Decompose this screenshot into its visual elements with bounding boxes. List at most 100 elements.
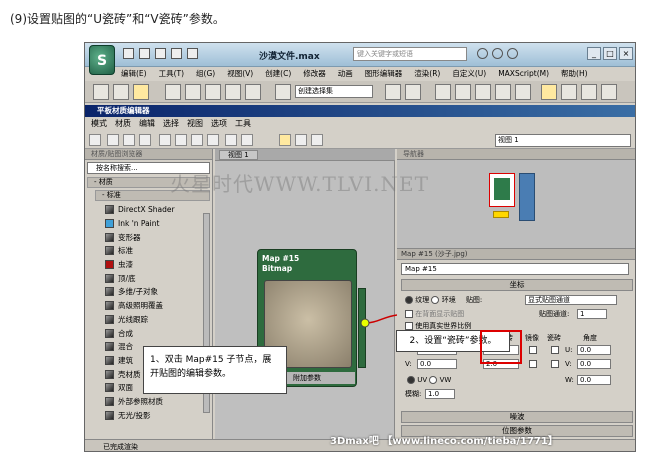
pick-material-icon[interactable]	[107, 134, 119, 146]
hide-unused-icon[interactable]	[175, 134, 187, 146]
menu-maxscript[interactable]: MAXScript(M)	[498, 67, 549, 81]
menu-group[interactable]: 组(G)	[196, 67, 215, 81]
menu-views[interactable]: 视图(V)	[227, 67, 253, 81]
slate-menu-edit[interactable]: 编辑	[139, 118, 155, 130]
schematic-button[interactable]	[475, 84, 491, 100]
parameter-editor-icon[interactable]	[295, 134, 307, 146]
menu-rendering[interactable]: 渲染(R)	[414, 67, 440, 81]
material-editor-button[interactable]	[495, 84, 511, 100]
undo-button[interactable]	[93, 84, 109, 100]
redo-icon[interactable]	[187, 48, 198, 59]
slate-menu-select[interactable]: 选择	[163, 118, 179, 130]
minimize-button[interactable]: _	[587, 47, 601, 60]
list-item[interactable]: 无光/投影	[105, 408, 212, 422]
list-item[interactable]: 合成	[105, 326, 212, 340]
list-item[interactable]: 变形器	[105, 230, 212, 244]
map-name-field[interactable]: Map #15	[401, 263, 629, 275]
channel-field[interactable]: 1	[577, 309, 607, 319]
list-item[interactable]: 顶/底	[105, 271, 212, 285]
slate-menu-view[interactable]: 视图	[187, 118, 203, 130]
menu-modifiers[interactable]: 修改器	[303, 67, 326, 81]
star-icon[interactable]	[492, 48, 503, 59]
real-world-checkbox[interactable]	[405, 322, 413, 330]
noise-rollout[interactable]: 噪波	[401, 411, 633, 423]
curve-editor-button[interactable]	[455, 84, 471, 100]
save-icon[interactable]	[155, 48, 166, 59]
u-angle-field[interactable]: 0.0	[577, 345, 611, 355]
tab-view-1[interactable]: 视图 1	[219, 150, 258, 160]
show-map-checkbox[interactable]	[405, 310, 413, 318]
slate-menu-options[interactable]: 选项	[211, 118, 227, 130]
scale-button[interactable]	[205, 84, 221, 100]
menu-help[interactable]: 帮助(H)	[561, 67, 588, 81]
quick-render-button[interactable]	[581, 84, 597, 100]
rotate-button[interactable]	[185, 84, 201, 100]
list-item[interactable]: 高级照明覆盖	[105, 299, 212, 313]
uv-radio[interactable]	[407, 376, 415, 384]
binoculars-icon[interactable]	[477, 48, 488, 59]
v-angle-field[interactable]: 0.0	[577, 359, 611, 369]
delete-icon[interactable]	[139, 134, 151, 146]
v-tile-checkbox[interactable]	[551, 360, 559, 368]
mirror-button[interactable]	[385, 84, 401, 100]
menu-create[interactable]: 创建(C)	[265, 67, 291, 81]
select-object-button[interactable]	[133, 84, 149, 100]
blur-field[interactable]: 1.0	[425, 389, 455, 399]
view-selector[interactable]: 视图 1	[495, 134, 631, 147]
texture-radio[interactable]	[405, 296, 413, 304]
list-item[interactable]: Ink 'n Paint	[105, 217, 212, 231]
layout-children-icon[interactable]	[241, 134, 253, 146]
move-button[interactable]	[165, 84, 181, 100]
maximize-button[interactable]: □	[603, 47, 617, 60]
list-item[interactable]: 外部参照材质	[105, 395, 212, 409]
coordinates-rollout[interactable]: 坐标	[401, 279, 633, 291]
v-mirror-checkbox[interactable]	[529, 360, 537, 368]
align-button[interactable]	[405, 84, 421, 100]
layout-icon[interactable]	[225, 134, 237, 146]
v-offset-field[interactable]: 0.0	[417, 359, 457, 369]
select-tool-icon[interactable]	[89, 134, 101, 146]
list-item[interactable]: 光线跟踪	[105, 313, 212, 327]
keyword-search-input[interactable]: 键入关键字或短语	[353, 47, 467, 61]
menu-tools[interactable]: 工具(T)	[159, 67, 184, 81]
select-by-material-icon[interactable]	[311, 134, 323, 146]
list-item[interactable]: 标准	[105, 244, 212, 258]
select-link-button[interactable]	[113, 84, 129, 100]
selection-set-combo[interactable]: 创建选择集	[295, 85, 373, 98]
material-map-navigator-icon[interactable]	[279, 134, 291, 146]
move-children-icon[interactable]	[159, 134, 171, 146]
render-button[interactable]	[561, 84, 577, 100]
navigator-viewport-frame[interactable]	[489, 173, 515, 207]
angle-snap-button[interactable]	[245, 84, 261, 100]
mapping-dropdown[interactable]: 显式贴图通道	[525, 295, 617, 305]
close-button[interactable]: ×	[619, 47, 633, 60]
show-map-icon[interactable]	[191, 134, 203, 146]
u-tile-checkbox[interactable]	[551, 346, 559, 354]
menu-customize[interactable]: 自定义(U)	[452, 67, 486, 81]
list-item[interactable]: 虫漆	[105, 258, 212, 272]
environ-radio[interactable]	[431, 296, 440, 304]
slate-menu-tools[interactable]: 工具	[235, 118, 251, 130]
show-background-icon[interactable]	[207, 134, 219, 146]
menu-edit[interactable]: 编辑(E)	[121, 67, 147, 81]
assign-material-icon[interactable]	[123, 134, 135, 146]
render-setup-button[interactable]	[515, 84, 531, 100]
new-icon[interactable]	[123, 48, 134, 59]
layer-button[interactable]	[435, 84, 451, 100]
list-item[interactable]: 多维/子对象	[105, 285, 212, 299]
menu-graph-editors[interactable]: 图形编辑器	[365, 67, 403, 81]
w-angle-field[interactable]: 0.0	[577, 375, 611, 385]
edit-named-sets-button[interactable]	[275, 84, 291, 100]
3dsmax-logo-button[interactable]: S	[89, 45, 115, 75]
render-teapot-button[interactable]	[601, 84, 617, 100]
snap-button[interactable]	[225, 84, 241, 100]
list-item[interactable]: DirectX Shader	[105, 203, 212, 217]
vw-radio[interactable]	[429, 376, 438, 384]
menu-animation[interactable]: 动画	[338, 67, 353, 81]
help-icon[interactable]	[507, 48, 518, 59]
slate-menu-material[interactable]: 材质	[115, 118, 131, 130]
undo-icon[interactable]	[171, 48, 182, 59]
slate-menu-mode[interactable]: 模式	[91, 118, 107, 130]
u-mirror-checkbox[interactable]	[529, 346, 537, 354]
render-frame-button[interactable]	[541, 84, 557, 100]
